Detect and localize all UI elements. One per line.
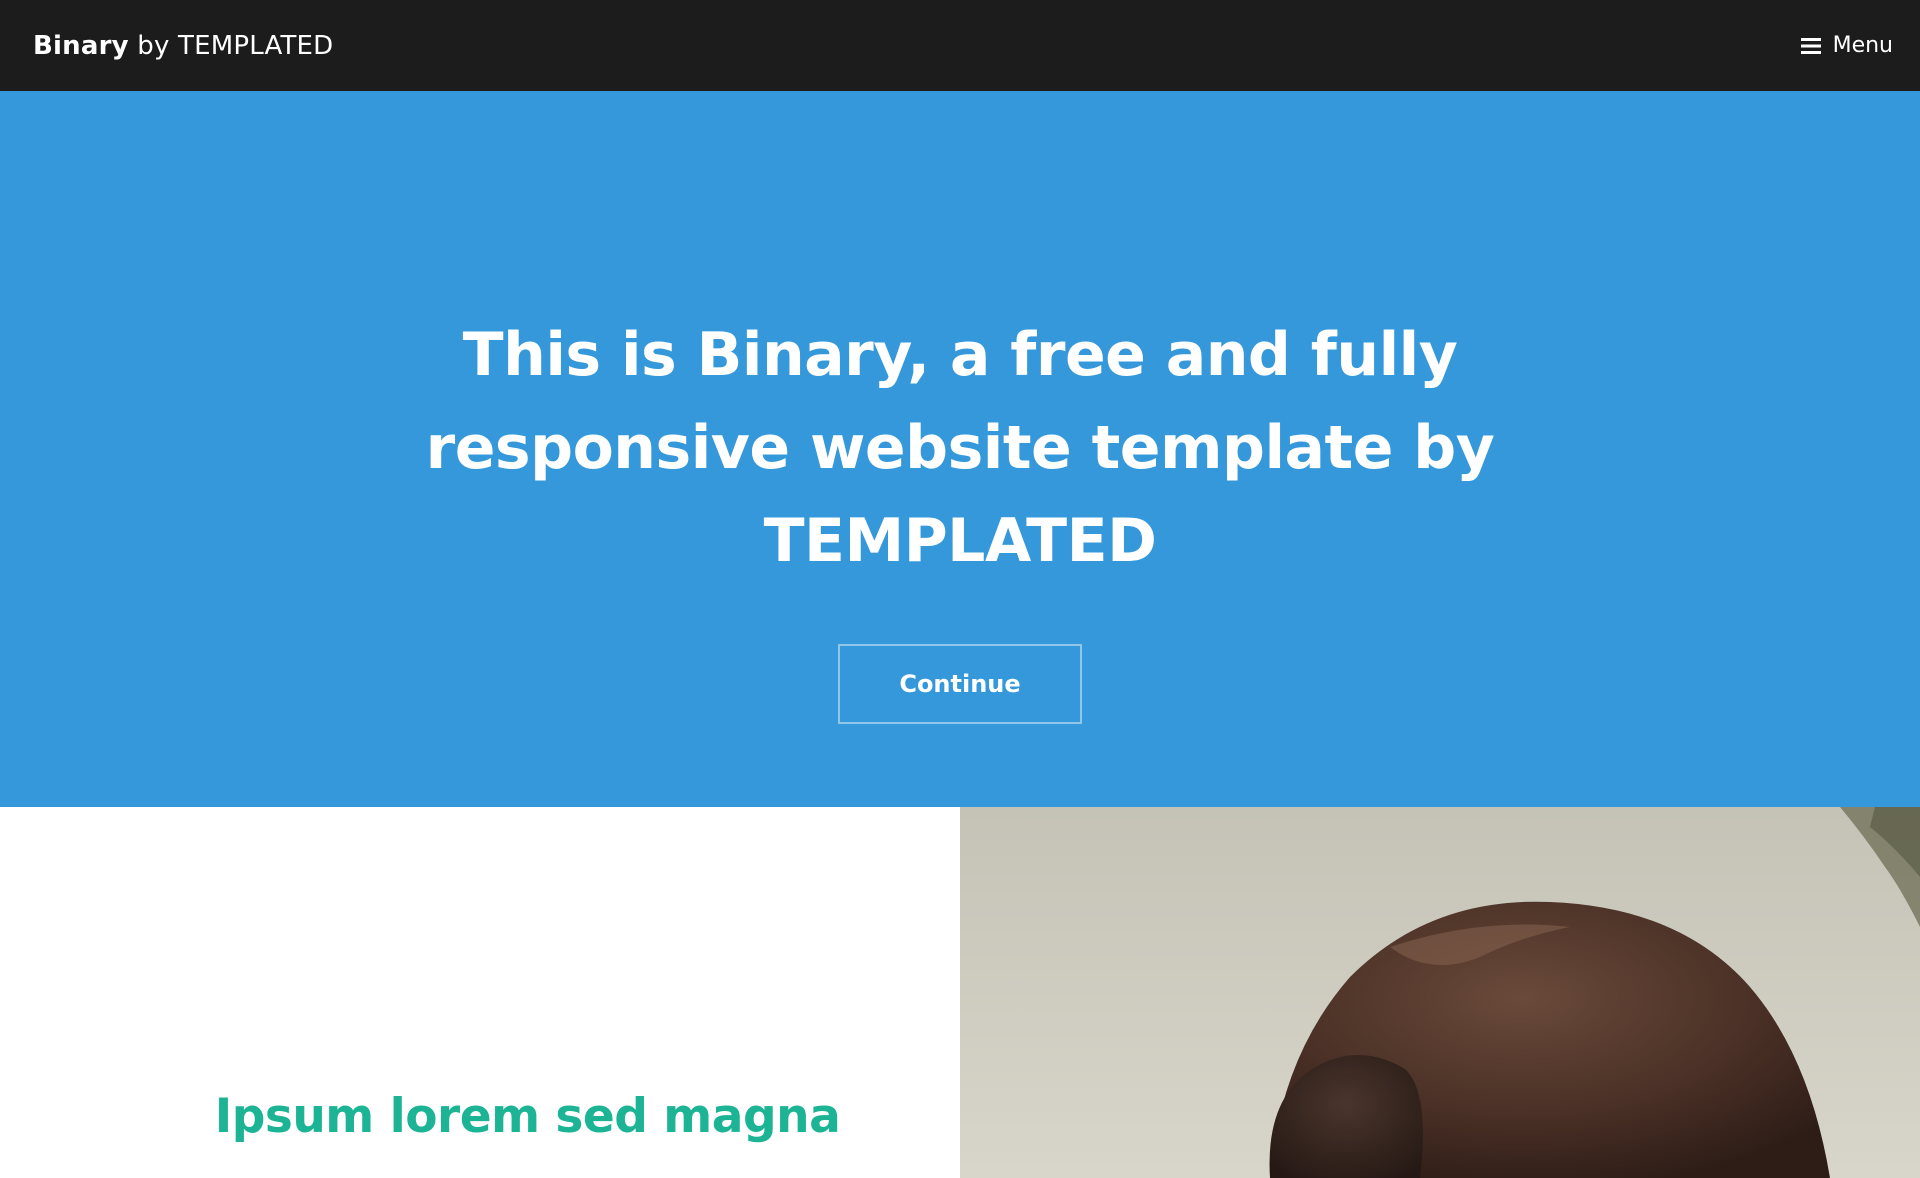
site-header: Binary by TEMPLATED Menu	[0, 0, 1920, 91]
menu-label: Menu	[1832, 33, 1893, 58]
hero-banner: This is Binary, a free and fully respons…	[0, 91, 1920, 807]
hero-heading: This is Binary, a free and fully respons…	[425, 320, 1495, 576]
site-logo[interactable]: Binary by TEMPLATED	[33, 31, 333, 61]
logo-suffix: by TEMPLATED	[137, 30, 334, 61]
feature-image	[960, 807, 1920, 1178]
feature-section: Ipsum lorem sed magna	[0, 807, 1920, 1178]
menu-button[interactable]: Menu	[1800, 33, 1893, 58]
continue-button[interactable]: Continue	[838, 644, 1082, 724]
hamburger-icon	[1800, 37, 1821, 54]
feature-heading: Ipsum lorem sed magna	[214, 1089, 841, 1144]
logo-brand: Binary	[33, 30, 129, 61]
feature-text-panel: Ipsum lorem sed magna	[0, 807, 960, 1178]
